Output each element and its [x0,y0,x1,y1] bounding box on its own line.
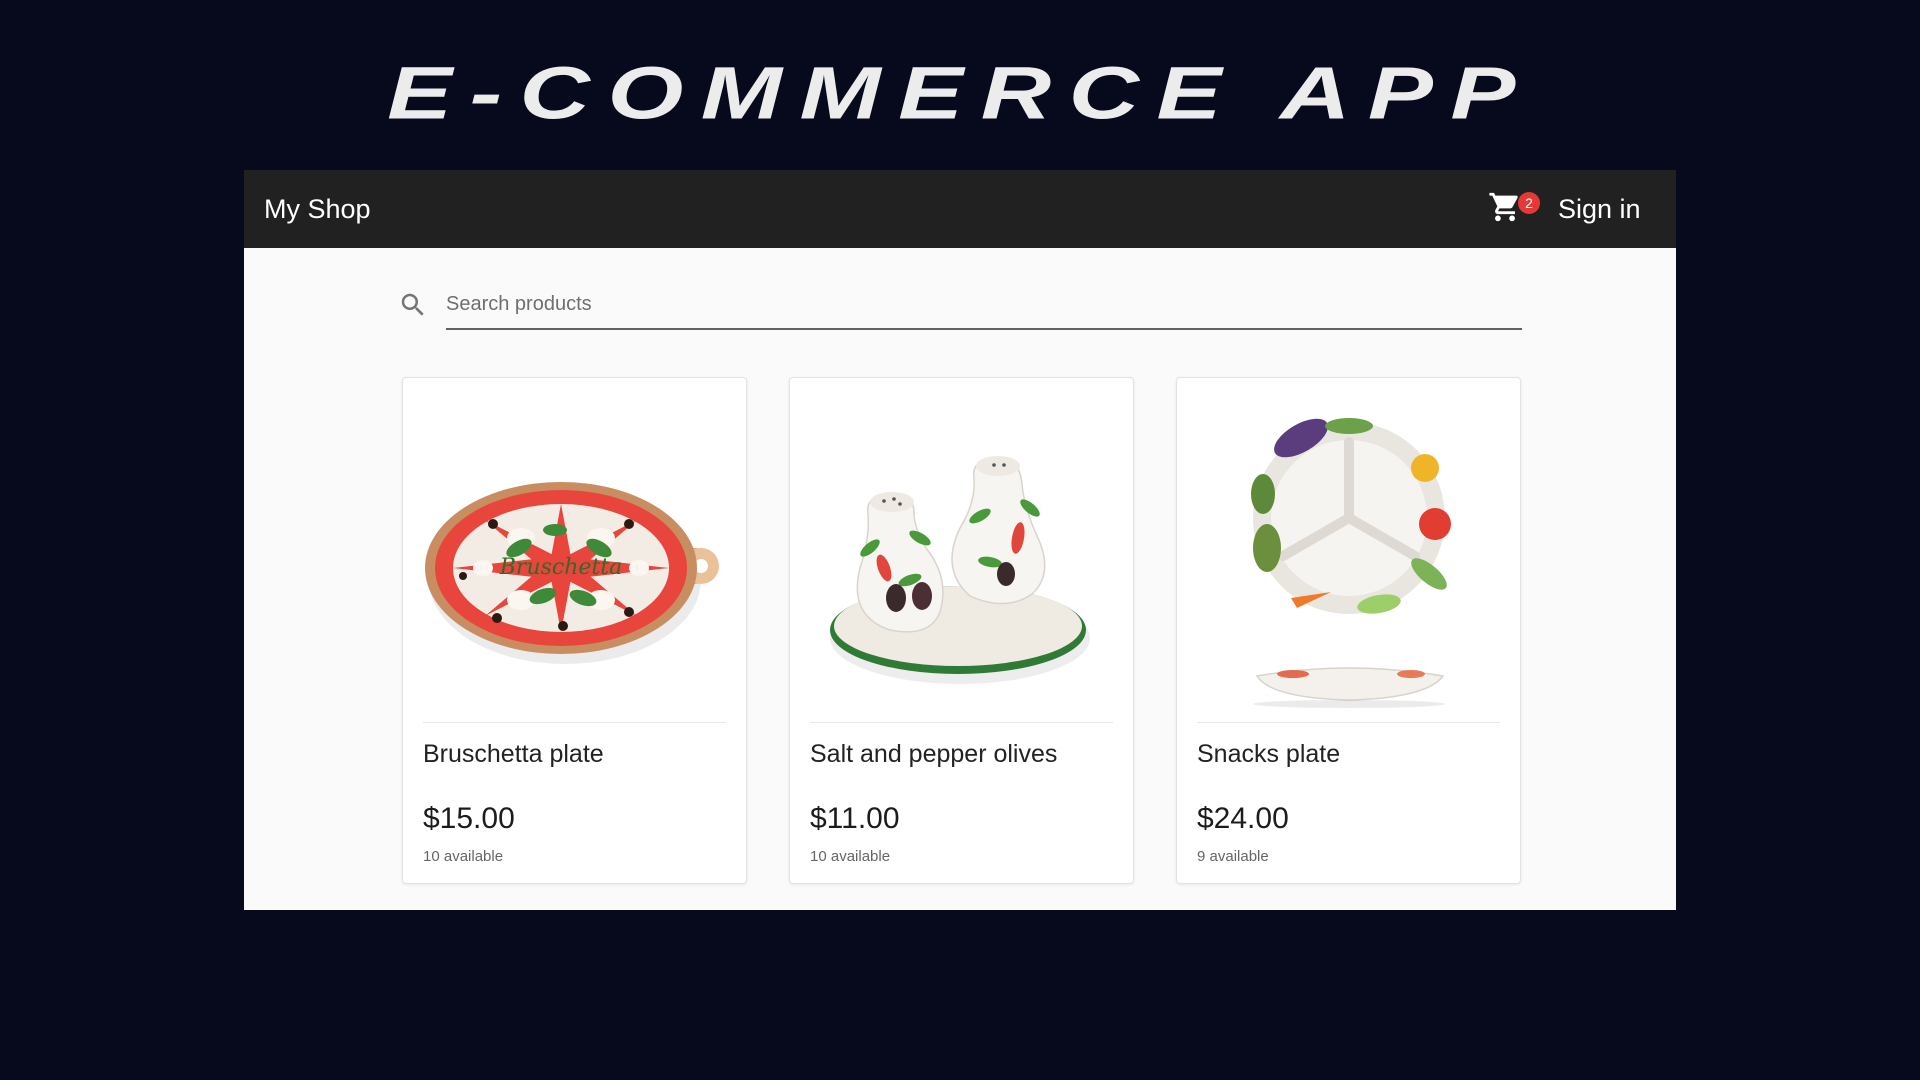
product-card[interactable]: Snacks plate $24.00 9 available [1176,377,1521,884]
product-stock: 10 available [423,848,504,865]
sign-in-button[interactable]: Sign in [1558,170,1641,248]
banner-title: E-COMMERCE APP [387,53,1533,135]
card-divider [810,722,1113,723]
product-card[interactable]: Salt and pepper olives $11.00 10 availab… [789,377,1134,884]
banner-svg: E-COMMERCE APP [387,53,1533,135]
product-name: Snacks plate [1197,740,1341,768]
card-divider [1197,722,1500,723]
product-stock: 10 available [810,848,891,865]
product-name: Bruschetta plate [423,740,604,768]
product-price: $15.00 [423,802,515,835]
search-bar [398,280,1522,332]
card-divider [423,722,726,723]
snacks-plate-image [1251,418,1451,708]
product-stock: 9 available [1197,848,1269,865]
bruschetta-plate-image: Bruschetta [425,482,719,664]
search-icon [401,293,424,316]
product-card[interactable]: Bruschetta Bruschetta plate $15.00 10 av… [402,377,747,884]
cart-icon [1489,192,1518,222]
cart-button[interactable]: 2 [1488,188,1540,234]
shop-title[interactable]: My Shop [264,170,371,248]
toolbar: My Shop 2 Sign in [244,170,1676,248]
bruschetta-lettering: Bruschetta [499,555,622,580]
product-name: Salt and pepper olives [810,740,1058,768]
search-input[interactable] [446,280,1522,330]
product-price: $11.00 [810,802,900,835]
product-price: $24.00 [1197,802,1289,835]
app-window: My Shop 2 Sign in Search products Brusch… [244,170,1676,910]
banner: E-COMMERCE APP [0,0,1920,170]
salt-pepper-olives-image [830,456,1090,684]
cart-count-badge: 2 [1518,192,1540,214]
